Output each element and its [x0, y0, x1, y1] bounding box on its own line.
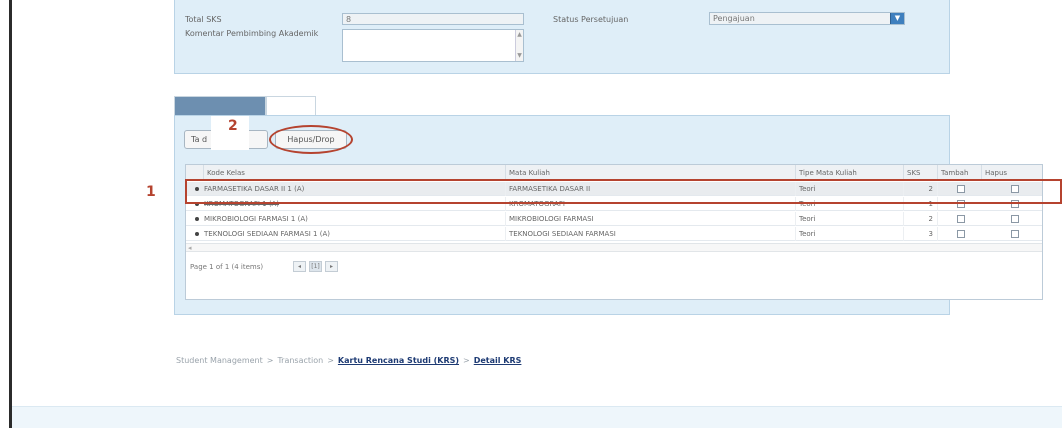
komentar-label: Komentar Pembimbing Akademik: [185, 29, 319, 38]
pager-current-page[interactable]: [1]: [309, 261, 322, 272]
tab-active[interactable]: [174, 96, 266, 115]
scroll-up-icon[interactable]: ▲: [517, 32, 522, 38]
mata-kuliah-cell: MIKROBIOLOGI FARMASI: [506, 212, 796, 226]
total-sks-label: Total SKS: [185, 15, 222, 24]
left-border-line: [9, 0, 12, 428]
scroll-down-icon[interactable]: ▼: [517, 53, 522, 59]
scroll-left-icon[interactable]: ◂: [188, 244, 192, 252]
callout-1-number: 1: [146, 184, 156, 200]
textarea-scrollbar[interactable]: ▲ ▼: [515, 30, 523, 61]
tambah-checkbox[interactable]: [957, 215, 965, 223]
total-sks-field: 8: [342, 13, 524, 25]
sks-cell: 2: [904, 212, 938, 226]
grid-horizontal-scrollbar[interactable]: ◂: [186, 243, 1042, 252]
chevron-down-icon[interactable]: ▼: [890, 13, 904, 24]
callout-2-ellipse: [269, 125, 353, 154]
breadcrumb-separator: >: [463, 356, 470, 365]
breadcrumb: Student Management > Transaction > Kartu Ren…: [176, 356, 521, 365]
row-bullet-icon: [195, 216, 199, 221]
status-value: Pengajuan: [713, 14, 755, 23]
breadcrumb-student-management[interactable]: Student Management: [176, 356, 263, 365]
pager-next-icon[interactable]: ▸: [325, 261, 338, 272]
row-bullet-icon: [195, 231, 199, 236]
breadcrumb-transaction[interactable]: Transaction: [277, 356, 323, 365]
kode-kelas-text: MIKROBIOLOGI FARMASI 1 (A): [204, 215, 308, 223]
pager-prev-icon[interactable]: ◂: [293, 261, 306, 272]
table-row[interactable]: TEKNOLOGI SEDIAAN FARMASI 1 (A) TEKNOLOG…: [186, 227, 1042, 241]
sks-cell: 3: [904, 227, 938, 241]
breadcrumb-separator: >: [266, 356, 274, 365]
breadcrumb-separator: >: [327, 356, 334, 365]
hapus-checkbox[interactable]: [1011, 230, 1019, 238]
mata-kuliah-cell: TEKNOLOGI SEDIAAN FARMASI: [506, 227, 796, 241]
breadcrumb-krs-link[interactable]: Kartu Rencana Studi (KRS): [338, 356, 459, 365]
krs-form-panel: Total SKS 8 Komentar Pembimbing Akademik…: [174, 0, 950, 74]
komentar-textarea[interactable]: ▲ ▼: [342, 29, 524, 62]
grid-panel: Ta d 2 Hapus/Drop Kode Kelas Mata Kuliah…: [174, 115, 1043, 315]
pager-summary: Page 1 of 1 (4 items): [190, 263, 264, 271]
status-select[interactable]: Pengajuan ▼: [709, 12, 905, 25]
tipe-cell: Teori: [796, 227, 904, 241]
callout-2-number: 2: [228, 118, 238, 134]
callout-1-row-highlight: [185, 179, 1062, 204]
table-row[interactable]: MIKROBIOLOGI FARMASI 1 (A) MIKROBIOLOGI …: [186, 212, 1042, 226]
tab-inactive[interactable]: [266, 96, 316, 115]
breadcrumb-detail-krs-link[interactable]: Detail KRS: [474, 356, 522, 365]
footer-band: [12, 406, 1062, 428]
kode-kelas-text: TEKNOLOGI SEDIAAN FARMASI 1 (A): [204, 230, 330, 238]
kode-kelas-cell: MIKROBIOLOGI FARMASI 1 (A): [186, 212, 506, 226]
tambah-checkbox[interactable]: [957, 230, 965, 238]
status-label: Status Persetujuan: [553, 15, 629, 24]
kode-kelas-cell: TEKNOLOGI SEDIAAN FARMASI 1 (A): [186, 227, 506, 241]
tipe-cell: Teori: [796, 212, 904, 226]
total-sks-value: 8: [346, 15, 352, 24]
hapus-checkbox[interactable]: [1011, 215, 1019, 223]
